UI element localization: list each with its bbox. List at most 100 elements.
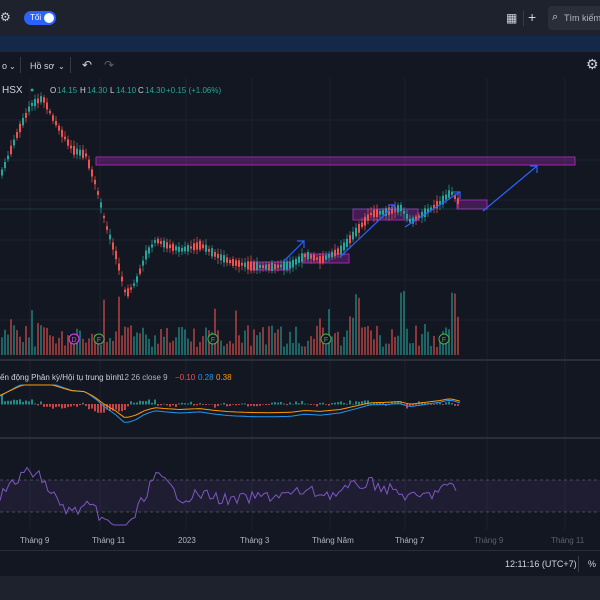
event-letter: F — [442, 337, 446, 344]
candle-body — [139, 268, 141, 274]
settings-gear-icon[interactable]: ⚙ — [0, 11, 11, 23]
macd-histogram-bar — [172, 404, 174, 406]
volume-bar — [415, 325, 417, 355]
candle-body — [184, 246, 186, 252]
candle-body — [103, 215, 105, 219]
candle-body — [181, 247, 183, 252]
volume-bar — [238, 335, 240, 355]
time-axis-label: Tháng Năm — [312, 536, 354, 545]
volume-bar — [16, 329, 18, 355]
candle-body — [364, 216, 366, 226]
candle-body — [97, 191, 99, 195]
candle-body — [286, 261, 288, 270]
candle-body — [175, 246, 177, 251]
volume-bar — [295, 326, 297, 355]
macd-histogram-bar — [43, 404, 45, 407]
consolidation-zone — [456, 199, 488, 210]
volume-bar — [337, 331, 339, 355]
profile-menu-button[interactable]: Hồ sơ — [30, 61, 54, 71]
candle-body — [238, 260, 240, 267]
candle-body — [451, 191, 453, 195]
macd-histogram-bar — [163, 403, 165, 405]
volume-bar — [310, 336, 312, 355]
volume-bar — [412, 343, 414, 355]
macd-histogram-bar — [139, 400, 141, 405]
low-label: L — [110, 86, 115, 95]
macd-histogram-bar — [277, 402, 279, 405]
macd-histogram-bar — [61, 404, 63, 409]
volume-bar — [49, 335, 51, 355]
macd-histogram-bar — [82, 402, 84, 405]
volume-bar — [28, 337, 30, 355]
add-plus-icon[interactable]: + — [528, 10, 536, 24]
candle-body — [22, 118, 24, 126]
candle-body — [64, 136, 66, 140]
candle-body — [322, 255, 324, 263]
volume-bar — [61, 331, 63, 355]
volume-bar — [247, 325, 249, 355]
candle-body — [244, 262, 246, 268]
theme-toggle-label: Tối — [30, 13, 42, 22]
macd-histogram-bar — [160, 404, 162, 406]
volume-bar — [31, 310, 33, 355]
time-axis-label: Tháng 11 — [92, 536, 126, 545]
macd-histogram-bar — [313, 404, 315, 405]
price-chart-area[interactable]: DFFFF — [0, 78, 600, 550]
candle-body — [46, 102, 48, 110]
macd-histogram-bar — [55, 404, 57, 408]
candle-body — [280, 264, 282, 268]
volume-bar — [421, 334, 423, 355]
layout-grid-icon[interactable]: ▦ — [506, 12, 517, 24]
macd-histogram-bar — [121, 404, 123, 412]
candle-body — [292, 259, 294, 268]
close-label: C — [138, 86, 144, 95]
volume-bar — [328, 309, 330, 355]
theme-toggle[interactable]: Tối — [24, 11, 56, 25]
volume-bar — [274, 332, 276, 355]
status-bar: 12:11:16 (UTC+7) % — [0, 550, 600, 577]
candle-body — [265, 264, 267, 269]
macd-histogram-bar — [262, 404, 264, 405]
volume-bar — [127, 327, 129, 355]
candle-body — [178, 246, 180, 252]
candle-body — [58, 125, 60, 131]
volume-bar — [139, 333, 141, 355]
candle-body — [4, 161, 6, 169]
volume-bar — [19, 336, 21, 355]
volume-bar — [136, 332, 138, 355]
candle-body — [253, 261, 255, 271]
candle-body — [109, 234, 111, 240]
candle-body — [205, 244, 207, 252]
partial-menu-label[interactable]: o — [2, 61, 7, 71]
macd-histogram-bar — [166, 404, 168, 406]
redo-icon[interactable]: ↷ — [104, 59, 114, 71]
event-marker: F — [438, 333, 450, 345]
volume-bar — [13, 325, 15, 355]
macd-histogram-bar — [274, 402, 276, 405]
candle-body — [370, 212, 372, 216]
candle-body — [214, 251, 216, 257]
time-axis[interactable]: Tháng 9 Tháng 11 2023 Tháng 3 Tháng Năm … — [0, 530, 600, 550]
search-box[interactable]: ⌕ Tìm kiếm — [548, 6, 600, 30]
volume-bar — [313, 338, 315, 355]
macd-histogram-bar — [70, 404, 72, 407]
macd-histogram-bar — [124, 404, 126, 411]
candle-body — [169, 244, 171, 249]
candle-body — [172, 243, 174, 251]
candle-body — [28, 106, 30, 112]
percent-scale-button[interactable]: % — [588, 559, 596, 569]
clock-readout[interactable]: 12:11:16 (UTC+7) — [505, 559, 577, 569]
macd-histogram-bar — [217, 404, 219, 407]
volume-bar — [229, 340, 231, 355]
chart-settings-gear-icon[interactable]: ⚙ — [586, 57, 599, 71]
candle-body — [124, 289, 126, 293]
candle-body — [406, 213, 408, 219]
candle-body — [154, 240, 156, 243]
candle-body — [25, 112, 27, 118]
undo-icon[interactable]: ↶ — [82, 59, 92, 71]
macd-histogram-bar — [436, 403, 438, 405]
macd-histogram-bar — [205, 404, 207, 405]
macd-histogram-bar — [187, 403, 189, 405]
time-axis-label: Tháng 11 — [551, 536, 585, 545]
volume-bar — [220, 340, 222, 355]
